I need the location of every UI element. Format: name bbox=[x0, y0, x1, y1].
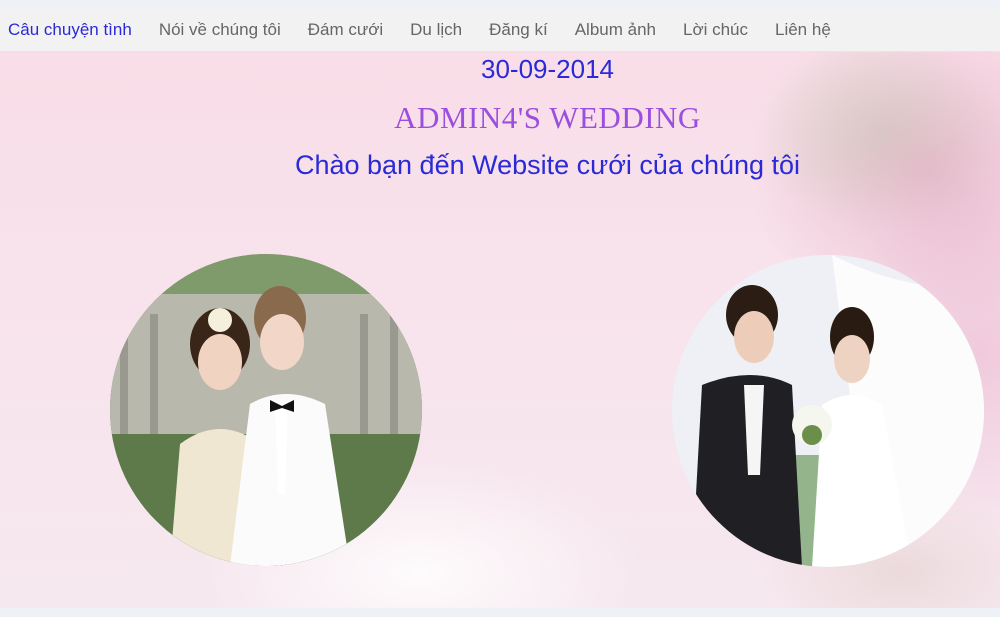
hero-banner: 30-09-2014 ADMIN4'S WEDDING Chào bạn đến… bbox=[0, 52, 1000, 608]
wedding-title: ADMIN4'S WEDDING bbox=[394, 100, 701, 135]
top-navbar: Câu chuyện tình Nói về chúng tôi Đám cướ… bbox=[0, 9, 1000, 52]
wedding-date: 30-09-2014 bbox=[481, 54, 614, 84]
nav-item-about-us[interactable]: Nói về chúng tôi bbox=[159, 20, 281, 40]
nav-item-wedding[interactable]: Đám cưới bbox=[308, 20, 383, 40]
nav-item-travel[interactable]: Du lịch bbox=[410, 20, 462, 40]
couple-photo-right bbox=[672, 255, 984, 567]
nav-item-wishes[interactable]: Lời chúc bbox=[683, 20, 748, 40]
bottom-strip bbox=[0, 608, 1000, 617]
nav-item-photo-album[interactable]: Album ảnh bbox=[575, 20, 656, 40]
nav-item-love-story[interactable]: Câu chuyện tình bbox=[8, 20, 132, 40]
welcome-message: Chào bạn đến Website cưới của chúng tôi bbox=[294, 150, 801, 180]
couple-photo-left-illustration bbox=[110, 254, 422, 566]
nav-item-contact[interactable]: Liên hệ bbox=[775, 20, 831, 40]
couple-photo-left bbox=[110, 254, 422, 566]
couple-photo-right-illustration bbox=[672, 255, 984, 567]
nav-item-register[interactable]: Đăng kí bbox=[489, 20, 548, 40]
